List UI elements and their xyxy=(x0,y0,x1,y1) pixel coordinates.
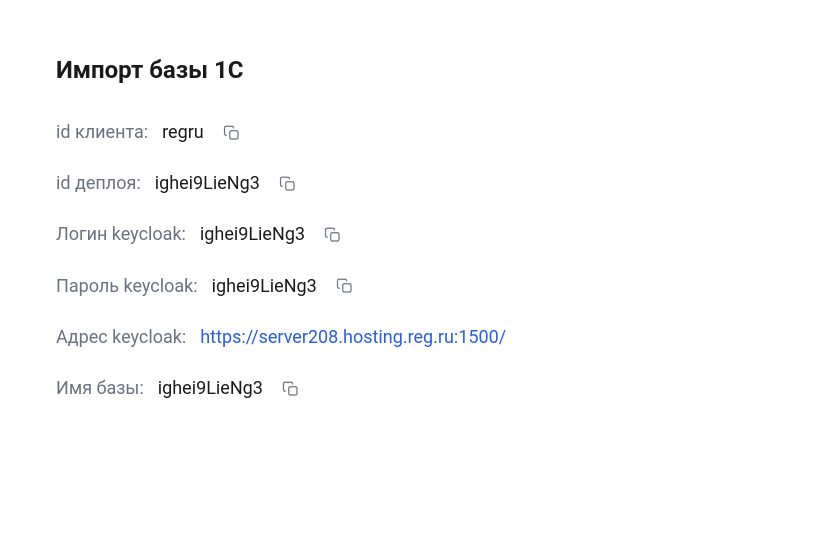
copy-deploy-id-button[interactable] xyxy=(278,174,298,194)
copy-icon xyxy=(279,175,297,193)
row-client-id: id клиента: regru xyxy=(56,120,773,145)
link-keycloak-address[interactable]: https://server208.hosting.reg.ru:1500/ xyxy=(200,325,506,350)
copy-keycloak-password-button[interactable] xyxy=(335,276,355,296)
label-keycloak-password: Пароль keycloak: xyxy=(56,274,198,299)
page-title: Импорт базы 1С xyxy=(56,56,773,84)
copy-icon xyxy=(324,226,342,244)
copy-db-name-button[interactable] xyxy=(281,379,301,399)
copy-icon xyxy=(282,380,300,398)
label-keycloak-address: Адрес keycloak: xyxy=(56,325,186,350)
row-keycloak-password: Пароль keycloak: ighei9LieNg3 xyxy=(56,274,773,299)
label-db-name: Имя базы: xyxy=(56,376,144,401)
row-deploy-id: id деплоя: ighei9LieNg3 xyxy=(56,171,773,196)
value-client-id: regru xyxy=(162,120,204,145)
row-keycloak-login: Логин keycloak: ighei9LieNg3 xyxy=(56,222,773,247)
row-keycloak-address: Адрес keycloak: https://server208.hostin… xyxy=(56,325,773,350)
label-deploy-id: id деплоя: xyxy=(56,171,141,196)
value-db-name: ighei9LieNg3 xyxy=(158,376,263,401)
copy-keycloak-login-button[interactable] xyxy=(323,225,343,245)
label-keycloak-login: Логин keycloak: xyxy=(56,222,186,247)
copy-client-id-button[interactable] xyxy=(222,123,242,143)
copy-icon xyxy=(336,277,354,295)
copy-icon xyxy=(223,124,241,142)
label-client-id: id клиента: xyxy=(56,120,148,145)
value-deploy-id: ighei9LieNg3 xyxy=(155,171,260,196)
value-keycloak-password: ighei9LieNg3 xyxy=(212,274,317,299)
row-db-name: Имя базы: ighei9LieNg3 xyxy=(56,376,773,401)
value-keycloak-login: ighei9LieNg3 xyxy=(200,222,305,247)
